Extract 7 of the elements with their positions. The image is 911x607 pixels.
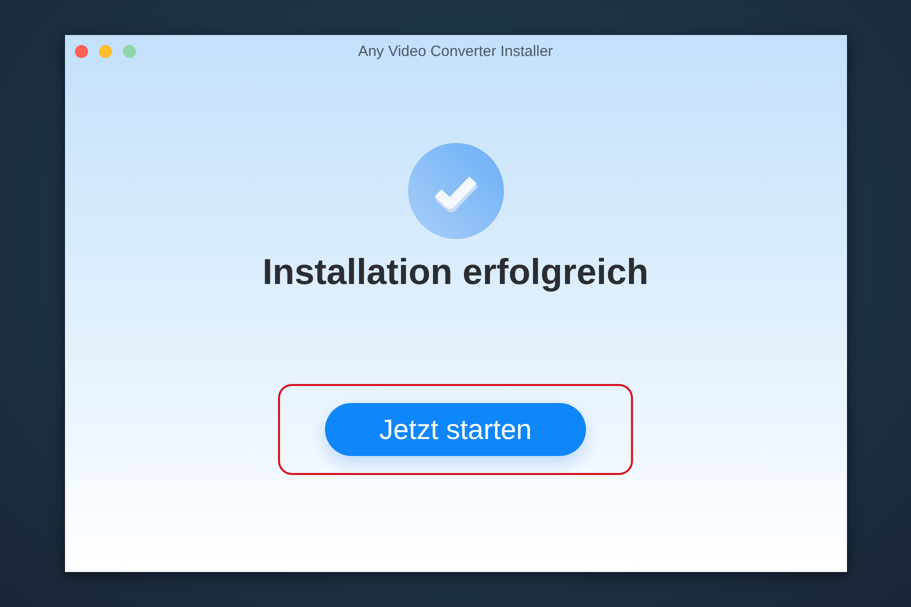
window-title: Any Video Converter Installer (358, 42, 553, 60)
zoom-button[interactable] (122, 45, 136, 58)
check-icon (408, 143, 504, 239)
status-heading: Installation erfolgreich (262, 251, 649, 293)
minimize-button[interactable] (98, 45, 112, 58)
close-button[interactable] (74, 45, 88, 58)
start-button[interactable]: Jetzt starten (325, 403, 586, 456)
